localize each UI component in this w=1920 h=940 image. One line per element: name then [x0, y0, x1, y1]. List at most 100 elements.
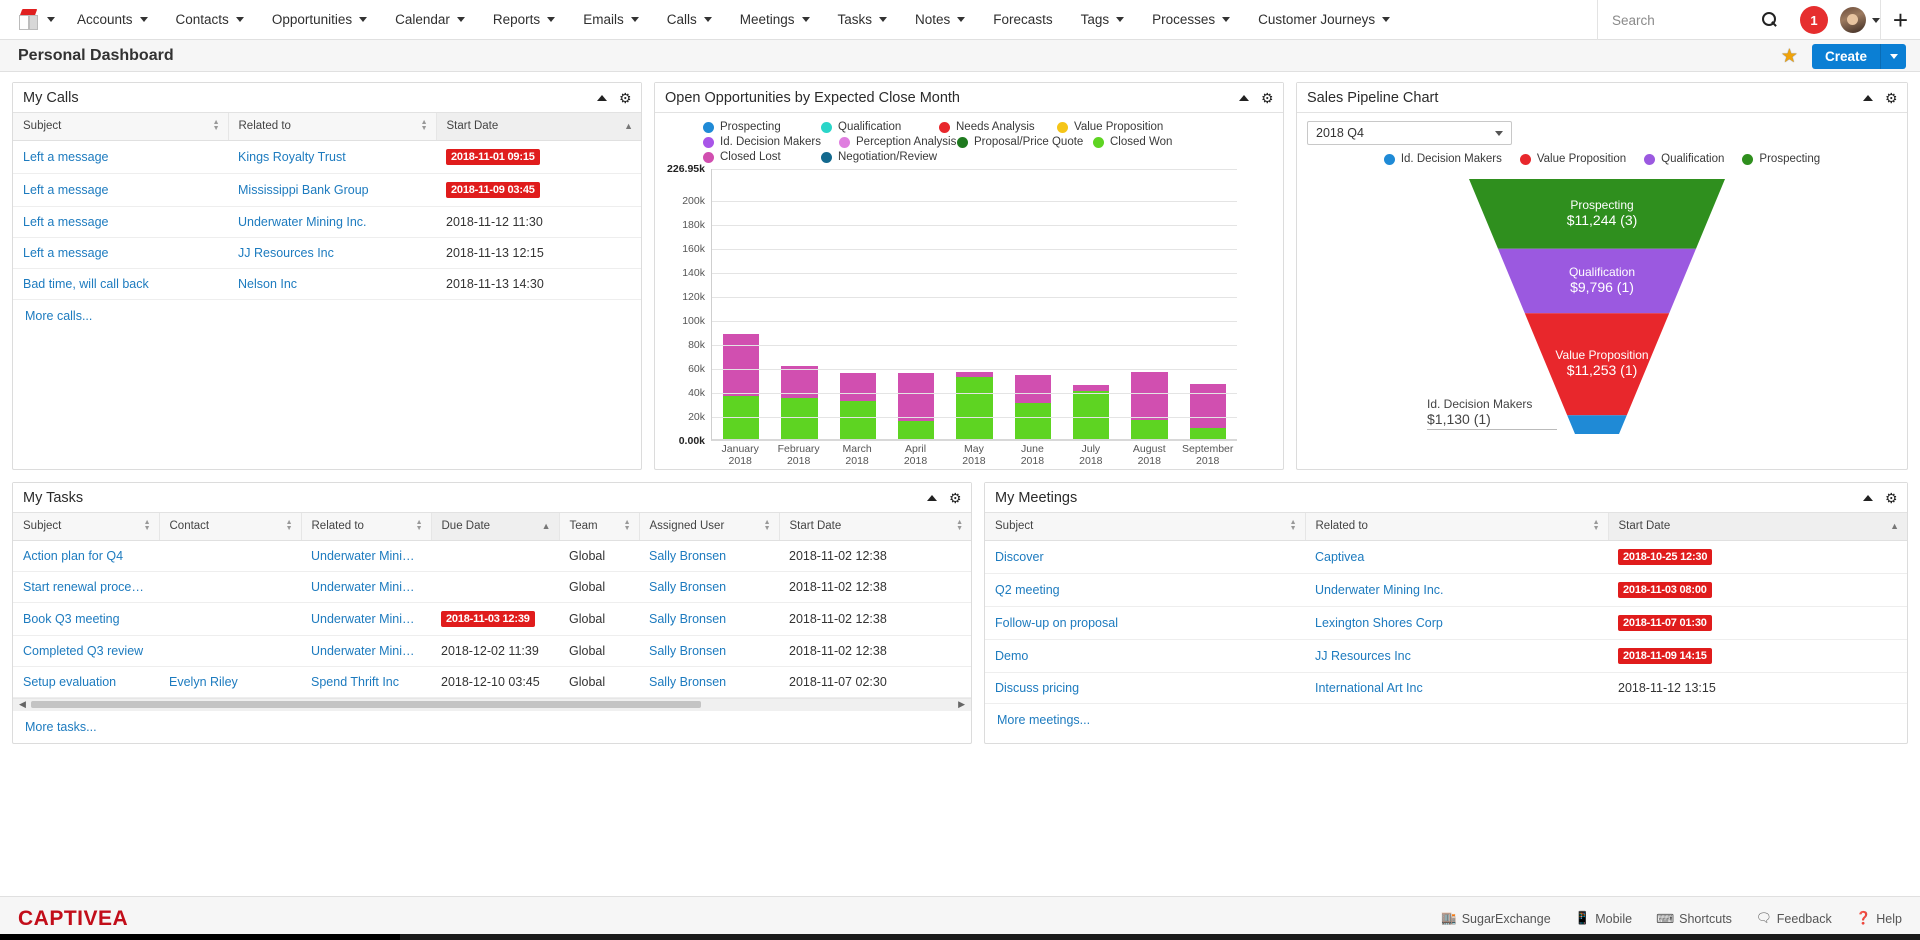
cell-subject[interactable]: Left a message	[13, 173, 228, 207]
bar-segment-closed-won[interactable]	[839, 400, 876, 439]
search-icon[interactable]	[1762, 12, 1778, 28]
column-header-start-date[interactable]: Start Date ▲ ▼	[779, 513, 971, 541]
more-tasks-link[interactable]: More tasks...	[13, 711, 971, 743]
footer-link-sugarexchange[interactable]: 🏬 SugarExchange	[1441, 911, 1551, 926]
legend-item[interactable]: Value Proposition	[1057, 121, 1175, 133]
collapse-icon[interactable]	[1239, 94, 1249, 101]
cell-related[interactable]: Captivea	[1305, 540, 1608, 574]
global-search[interactable]	[1597, 0, 1788, 40]
cell-assigned-user[interactable]: Sally Bronsen	[639, 635, 779, 667]
collapse-icon[interactable]	[927, 494, 937, 501]
legend-item[interactable]: Closed Lost	[703, 151, 821, 163]
column-header-related-to[interactable]: Related to ▲ ▼	[1305, 513, 1609, 541]
nav-item-calls[interactable]: Calls	[653, 0, 726, 40]
cell-assigned-user[interactable]: Sally Bronsen	[639, 540, 779, 572]
cell-related[interactable]: Mississippi Bank Group	[228, 173, 436, 207]
table-row[interactable]: Follow-up on proposal Lexington Shores Co…	[985, 606, 1907, 640]
column-header-related-to[interactable]: Related to ▲ ▼	[301, 513, 432, 541]
table-row[interactable]: Discover Captivea 2018-10-25 12:30	[985, 540, 1907, 574]
stacked-bar[interactable]	[1014, 375, 1051, 439]
collapse-icon[interactable]	[1863, 494, 1873, 501]
cell-subject[interactable]: Bad time, will call back	[13, 268, 228, 300]
column-header-contact[interactable]: Contact ▲ ▼	[159, 513, 302, 541]
cell-assigned-user[interactable]: Sally Bronsen	[639, 571, 779, 603]
sort-toggle-icon[interactable]: ▲ ▼	[421, 119, 428, 132]
cell-subject[interactable]: Follow-up on proposal	[985, 606, 1305, 640]
nav-item-notes[interactable]: Notes	[901, 0, 979, 40]
bar-segment-closed-won[interactable]	[1189, 428, 1226, 439]
nav-item-reports[interactable]: Reports	[479, 0, 569, 40]
column-header-assigned-user[interactable]: Assigned User ▲ ▼	[639, 513, 780, 541]
sort-asc-icon[interactable]: ▲	[624, 122, 633, 131]
cell-related[interactable]: Lexington Shores Corp	[1305, 606, 1608, 640]
nav-item-opportunities[interactable]: Opportunities	[258, 0, 381, 40]
table-row[interactable]: Discuss pricing International Art Inc 2018…	[985, 672, 1907, 704]
cell-subject[interactable]: Left a message	[13, 206, 228, 238]
bar-segment-closed-lost[interactable]	[839, 373, 876, 401]
nav-item-contacts[interactable]: Contacts	[162, 0, 258, 40]
nav-item-customer-journeys[interactable]: Customer Journeys	[1244, 0, 1404, 40]
collapse-icon[interactable]	[597, 94, 607, 101]
scroll-right-arrow[interactable]: ▶	[958, 699, 965, 710]
table-row[interactable]: Left a message Underwater Mining Inc. 2018…	[13, 206, 641, 238]
cell-subject[interactable]: Setup evaluation	[13, 666, 159, 698]
funnel-segment-qualification[interactable]	[1498, 248, 1696, 314]
table-row[interactable]: Left a message JJ Resources Inc 2018-11-13…	[13, 237, 641, 269]
column-header-subject[interactable]: Subject ▲ ▼	[985, 513, 1306, 541]
nav-item-calendar[interactable]: Calendar	[381, 0, 479, 40]
bar-segment-closed-won[interactable]	[1073, 391, 1110, 439]
collapse-icon[interactable]	[1863, 94, 1873, 101]
user-profile-menu[interactable]	[1840, 7, 1880, 33]
table-row[interactable]: Left a message Mississippi Bank Group 2018…	[13, 173, 641, 207]
cell-subject[interactable]: Discuss pricing	[985, 672, 1305, 704]
cell-subject[interactable]: Left a message	[13, 140, 228, 174]
cell-subject[interactable]: Completed Q3 review	[13, 635, 159, 667]
nav-item-processes[interactable]: Processes	[1138, 0, 1244, 40]
cell-related[interactable]: Underwater Mining I...	[301, 635, 431, 667]
funnel-segment-prospecting[interactable]	[1469, 179, 1725, 249]
stacked-bar[interactable]	[1131, 371, 1168, 439]
cell-related[interactable]: Underwater Mining I...	[301, 602, 431, 636]
gear-icon[interactable]: ⚙	[1261, 91, 1275, 105]
cell-subject[interactable]: Start renewal proces o...	[13, 571, 159, 603]
sort-toggle-icon[interactable]: ▲ ▼	[286, 519, 293, 532]
sort-toggle-icon[interactable]: ▲ ▼	[764, 519, 771, 532]
cell-subject[interactable]: Book Q3 meeting	[13, 602, 159, 636]
table-row[interactable]: Completed Q3 review Underwater Mining I..…	[13, 635, 971, 667]
sort-toggle-icon[interactable]: ▲ ▼	[1290, 519, 1297, 532]
gear-icon[interactable]: ⚙	[949, 491, 963, 505]
more-meetings-link[interactable]: More meetings...	[985, 704, 1907, 736]
sort-toggle-icon[interactable]: ▲ ▼	[624, 519, 631, 532]
stacked-bar[interactable]	[839, 373, 876, 439]
star-icon[interactable]: ★	[1781, 47, 1798, 66]
nav-item-tags[interactable]: Tags	[1067, 0, 1139, 40]
column-header-start-date[interactable]: Start Date ▲	[436, 113, 641, 141]
bar-segment-closed-won[interactable]	[898, 421, 935, 439]
cell-assigned-user[interactable]: Sally Bronsen	[639, 666, 779, 698]
nav-item-forecasts[interactable]: Forecasts	[979, 0, 1066, 40]
cell-contact[interactable]: Evelyn Riley	[159, 666, 301, 698]
table-row[interactable]: Left a message Kings Royalty Trust 2018-11…	[13, 140, 641, 174]
funnel-segment-id-decision-makers[interactable]	[1567, 415, 1627, 434]
cell-assigned-user[interactable]: Sally Bronsen	[639, 602, 779, 636]
scroll-left-arrow[interactable]: ◀	[19, 699, 26, 710]
table-row[interactable]: Action plan for Q4 Underwater Mining I...…	[13, 540, 971, 572]
column-header-team[interactable]: Team ▲ ▼	[559, 513, 640, 541]
nav-item-tasks[interactable]: Tasks	[824, 0, 902, 40]
stacked-bar[interactable]	[781, 365, 818, 439]
notification-badge[interactable]: 1	[1800, 6, 1828, 34]
cell-related[interactable]: Underwater Mining I...	[301, 540, 431, 572]
sort-asc-icon[interactable]: ▲	[1890, 522, 1899, 531]
sort-toggle-icon[interactable]: ▲ ▼	[213, 119, 220, 132]
table-row[interactable]: Demo JJ Resources Inc 2018-11-09 14:15	[985, 639, 1907, 673]
sort-toggle-icon[interactable]: ▲ ▼	[956, 519, 963, 532]
sort-toggle-icon[interactable]: ▲ ▼	[1593, 519, 1600, 532]
footer-link-help[interactable]: ❓ Help	[1856, 911, 1902, 926]
nav-item-accounts[interactable]: Accounts	[63, 0, 162, 40]
legend-item[interactable]: Qualification	[821, 121, 939, 133]
bar-segment-closed-won[interactable]	[781, 398, 818, 439]
nav-item-emails[interactable]: Emails	[569, 0, 653, 40]
legend-item[interactable]: Prospecting	[1742, 153, 1820, 165]
column-header-start-date[interactable]: Start Date ▲	[1608, 513, 1907, 541]
sort-toggle-icon[interactable]: ▲ ▼	[416, 519, 423, 532]
